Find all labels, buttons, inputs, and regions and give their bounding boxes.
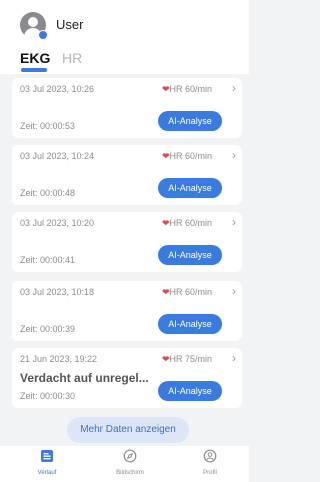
chevron-right-icon[interactable]: › xyxy=(232,351,236,365)
record-card[interactable]: 03 Jul 2023, 10:24 ❤HR 60/min › Zeit: 00… xyxy=(12,145,242,205)
record-date: 03 Jul 2023, 10:24 xyxy=(20,151,95,161)
record-card[interactable]: 03 Jul 2023, 10:18 ❤HR 60/min › Zeit: 00… xyxy=(12,281,242,341)
heart-icon: ❤ xyxy=(162,287,170,297)
record-heart-rate: ❤HR 60/min xyxy=(162,218,213,228)
chevron-right-icon[interactable]: › xyxy=(232,148,236,162)
record-duration: Zeit: 00:00:39 xyxy=(20,324,76,334)
chevron-right-icon[interactable]: › xyxy=(232,215,236,229)
record-duration: Zeit: 00:00:53 xyxy=(20,121,76,131)
record-card[interactable]: 21 Jun 2023, 19:22 ❤HR 75/min › Verdacht… xyxy=(12,348,242,408)
nav-label: Profil xyxy=(203,470,217,476)
record-date: 03 Jul 2023, 10:18 xyxy=(20,287,95,297)
username: User xyxy=(56,17,84,32)
chevron-right-icon[interactable]: › xyxy=(232,284,236,298)
heart-icon: ❤ xyxy=(162,151,170,161)
nav-label: Verlauf xyxy=(37,470,57,476)
record-card[interactable]: 03 Jul 2023, 10:20 ❤HR 60/min › Zeit: 00… xyxy=(12,212,242,272)
record-duration: Zeit: 00:00:41 xyxy=(20,255,76,265)
record-heart-rate: ❤HR 60/min xyxy=(162,287,213,297)
record-date: 21 Jun 2023, 19:22 xyxy=(20,354,98,364)
ai-analysis-button[interactable]: AI-Analyse xyxy=(158,111,222,131)
record-date: 03 Jul 2023, 10:26 xyxy=(20,84,95,94)
ai-analysis-button[interactable]: AI-Analyse xyxy=(158,314,222,334)
ai-analysis-button[interactable]: AI-Analyse xyxy=(158,245,222,265)
tab-hr[interactable]: HR xyxy=(62,50,82,66)
record-heart-rate: ❤HR 60/min xyxy=(162,84,213,94)
header: User EKG HR xyxy=(0,0,249,74)
show-more-button[interactable]: Mehr Daten anzeigen xyxy=(67,417,189,443)
record-message: Verdacht auf unregel... xyxy=(20,371,149,385)
record-card[interactable]: 03 Jul 2023, 10:26 ❤HR 60/min › Zeit: 00… xyxy=(12,78,242,138)
tab-ekg[interactable]: EKG xyxy=(20,50,50,66)
heart-icon: ❤ xyxy=(162,84,170,94)
bottom-nav: Verlauf Bildschirm Profil xyxy=(0,446,249,482)
ai-analysis-button[interactable]: AI-Analyse xyxy=(158,178,222,198)
ai-analysis-button[interactable]: AI-Analyse xyxy=(158,381,222,401)
record-duration: Zeit: 00:00:48 xyxy=(20,188,76,198)
nav-label: Bildschirm xyxy=(116,470,144,476)
nav-item-bildschirm[interactable]: Bildschirm xyxy=(100,446,160,482)
compass-icon xyxy=(123,449,137,463)
record-heart-rate: ❤HR 60/min xyxy=(162,151,213,161)
profile-icon xyxy=(203,449,217,463)
heart-icon: ❤ xyxy=(162,218,170,228)
tab-active-indicator xyxy=(21,68,47,72)
heart-icon: ❤ xyxy=(162,354,170,364)
nav-item-verlauf[interactable]: Verlauf xyxy=(17,446,77,482)
list-icon xyxy=(41,450,53,462)
nav-item-profil[interactable]: Profil xyxy=(180,446,240,482)
record-date: 03 Jul 2023, 10:20 xyxy=(20,218,95,228)
chevron-right-icon[interactable]: › xyxy=(232,81,236,95)
record-duration: Zeit: 00:00:30 xyxy=(20,391,76,401)
record-heart-rate: ❤HR 75/min xyxy=(162,354,213,364)
avatar-badge-icon xyxy=(38,30,48,40)
